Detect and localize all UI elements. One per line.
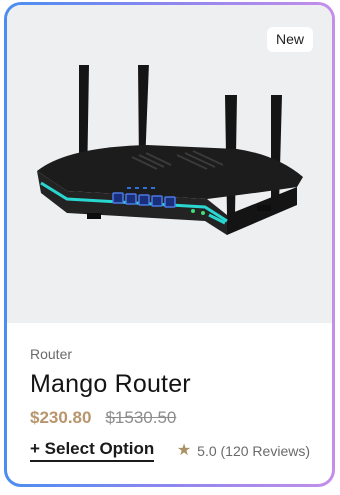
rating-text: 5.0 (120 Reviews) (197, 442, 310, 459)
product-image-area[interactable]: New (7, 5, 332, 323)
product-card[interactable]: New Router Mango Router $230.80 $1530.50… (7, 5, 332, 484)
router-image (37, 65, 303, 235)
price-row: $230.80 $1530.50 (30, 408, 312, 428)
action-row: + Select Option ★ 5.0 (120 Reviews) (30, 439, 312, 462)
original-price: $1530.50 (105, 408, 177, 427)
product-info: Router Mango Router $230.80 $1530.50 + S… (30, 345, 312, 462)
select-option-button[interactable]: + Select Option (30, 439, 155, 462)
product-category: Router (30, 346, 73, 362)
star-icon: ★ (176, 441, 192, 459)
product-title[interactable]: Mango Router (30, 369, 312, 399)
sale-price: $230.80 (30, 408, 92, 427)
product-card-border: New Router Mango Router $230.80 $1530.50… (4, 2, 335, 487)
rating: ★ 5.0 (120 Reviews) (176, 441, 310, 459)
new-badge: New (266, 27, 313, 52)
